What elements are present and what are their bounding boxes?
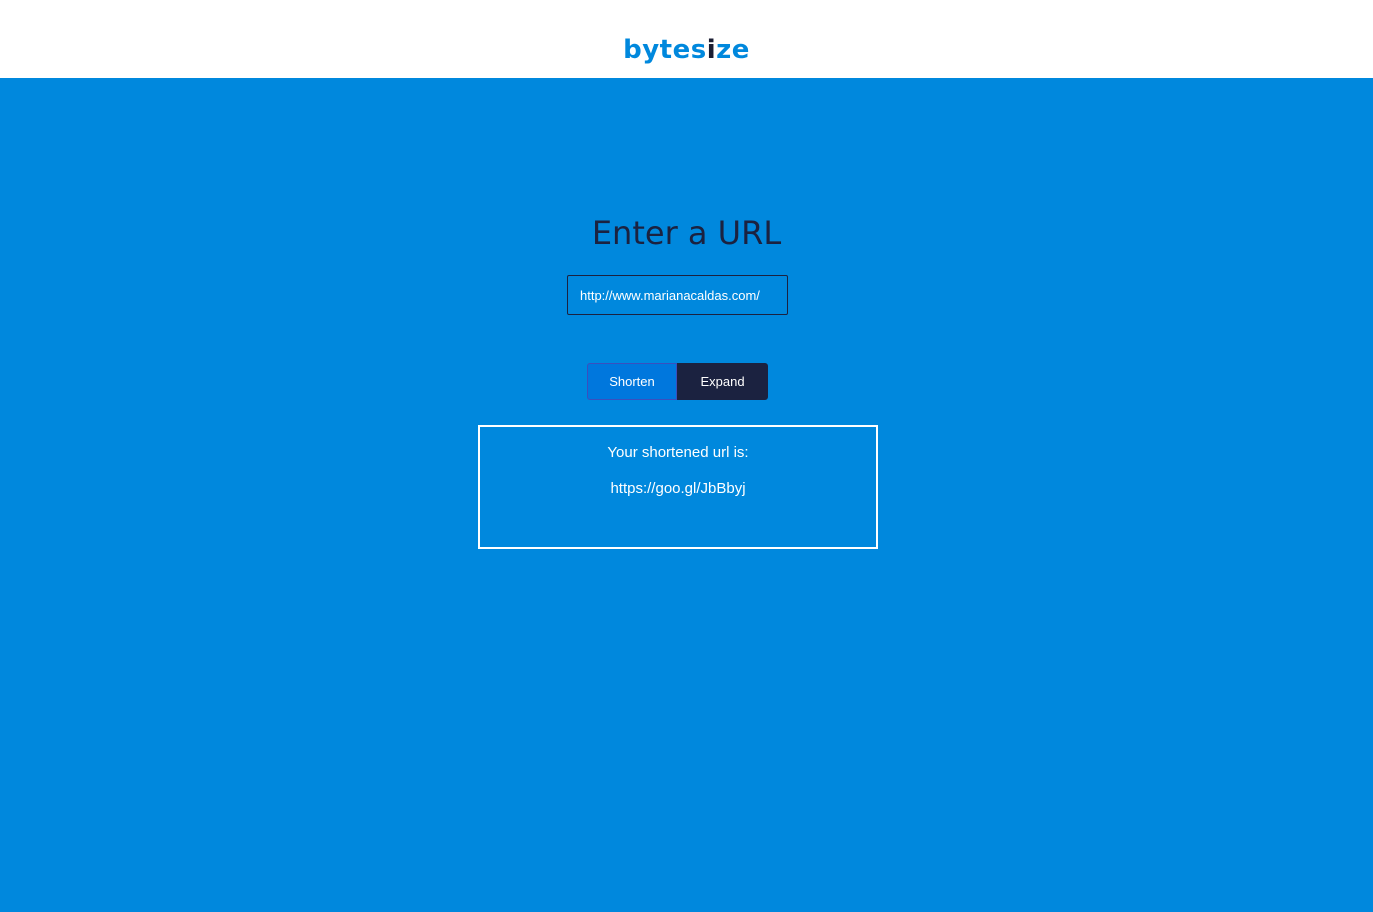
expand-button[interactable]: Expand xyxy=(677,363,768,400)
page-title: Enter a URL xyxy=(591,214,782,252)
result-label: Your shortened url is: xyxy=(607,444,749,461)
logo-text-accent: i xyxy=(706,35,717,65)
action-button-group: Shorten Expand xyxy=(587,363,768,400)
result-box: Your shortened url is: https://goo.gl/Jb… xyxy=(478,425,878,549)
logo-text-part2: ze xyxy=(716,35,750,65)
main-section: Enter a URL Shorten Expand Your shortene… xyxy=(0,78,1373,912)
url-input[interactable] xyxy=(567,275,788,315)
logo[interactable]: bytesize xyxy=(0,31,1373,69)
shortened-url[interactable]: https://goo.gl/JbBbyj xyxy=(480,480,876,498)
shorten-button[interactable]: Shorten xyxy=(587,363,677,400)
header: bytesize xyxy=(0,0,1373,78)
logo-text-part1: bytes xyxy=(623,35,707,65)
